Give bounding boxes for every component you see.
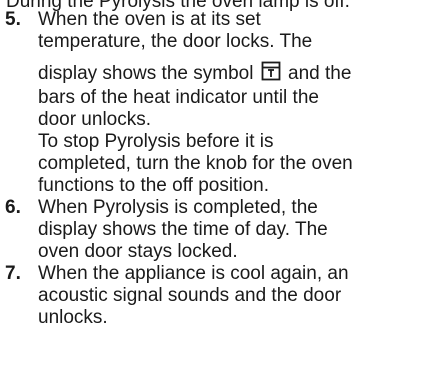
step-number: 7. <box>5 263 21 284</box>
step-text-line: functions to the off position. <box>38 175 269 196</box>
step-text-line: unlocks. <box>38 307 108 328</box>
instruction-steps: 5. When the oven is at its set temperatu… <box>0 9 425 329</box>
step-text-line: completed, turn the knob for the oven <box>38 153 353 174</box>
step-text-line: oven door stays locked. <box>38 241 238 262</box>
step-text-line: temperature, the door locks. The <box>38 31 313 52</box>
step-text-line: display shows the time of day. The <box>38 219 328 240</box>
step-number: 5. <box>5 9 21 30</box>
step-text-line: To stop Pyrolysis before it is <box>38 131 274 152</box>
step-text-line: When the oven is at its set <box>38 9 261 30</box>
step-number: 6. <box>5 197 21 218</box>
door-lock-icon <box>261 61 281 87</box>
step-text-line: acoustic signal sounds and the door <box>38 285 342 306</box>
step-5: 5. When the oven is at its set temperatu… <box>0 9 425 197</box>
step-text-segment: and the <box>288 63 352 84</box>
step-text-segment: display shows the symbol <box>38 63 254 84</box>
step-text-line: door unlocks. <box>38 109 152 130</box>
manual-page: During the Pyrolysis the oven lamp is of… <box>0 0 425 366</box>
step-6: 6. When Pyrolysis is completed, the disp… <box>0 197 425 263</box>
step-text-line: When Pyrolysis is completed, the <box>38 197 318 218</box>
step-7: 7. When the appliance is cool again, an … <box>0 263 425 329</box>
step-text-line: When the appliance is cool again, an <box>38 263 349 284</box>
step-text-line-with-icon: display shows the symbol and the <box>38 61 425 87</box>
step-text-line: bars of the heat indicator until the <box>38 87 319 108</box>
